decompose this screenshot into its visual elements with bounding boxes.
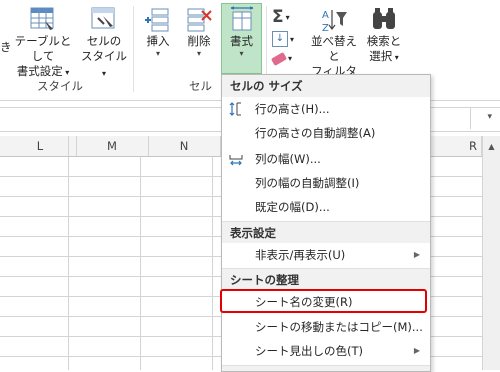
find-select-line1: 検索と	[366, 34, 402, 48]
chevron-down-icon[interactable]: ▾	[487, 112, 492, 122]
menu-section-organize-sheets: シートの整理	[222, 268, 430, 290]
chevron-down-icon: ▾	[288, 54, 293, 63]
menu-section-visibility: 表示設定	[222, 221, 430, 243]
row-height-icon	[229, 102, 241, 116]
cell-styles-line1: セルの	[86, 34, 122, 48]
chevron-down-icon: ▾	[155, 49, 160, 58]
vertical-scrollbar[interactable]: ▲	[482, 136, 500, 370]
menu-item-label: 行の高さの自動調整(A)	[255, 126, 376, 140]
group-label-style: スタイル	[37, 79, 83, 93]
menu-item-label: 既定の幅(D)...	[255, 200, 330, 214]
submenu-arrow-icon: ▶	[413, 346, 420, 355]
column-header-M[interactable]: M	[76, 136, 149, 156]
column-width-icon	[229, 155, 243, 166]
cell-style-icon	[91, 7, 115, 29]
delete-label: 削除	[187, 34, 211, 48]
menu-item-default-width[interactable]: 既定の幅(D)...	[222, 195, 430, 219]
eraser-icon	[270, 51, 288, 66]
chevron-down-icon: ▾	[239, 49, 244, 58]
format-label: 書式	[230, 34, 253, 48]
insert-label: 挿入	[146, 34, 170, 48]
cell-styles-button[interactable]: セルの スタイル ▾	[80, 6, 128, 81]
chevron-down-icon: ▾	[101, 69, 106, 78]
menu-item-hide-unhide[interactable]: 非表示/再表示(U) ▶	[222, 243, 430, 267]
menu-item-autofit-column[interactable]: 列の幅の自動調整(I)	[222, 171, 430, 195]
format-as-table-button[interactable]: テーブルとして 書式設定 ▾	[10, 6, 76, 80]
insert-button[interactable]: 挿入 ▾	[139, 6, 177, 59]
format-as-table-line1: テーブルとして	[14, 34, 72, 63]
partial-left-button[interactable]: き	[0, 40, 10, 55]
sort-filter-icon: A Z	[322, 10, 347, 34]
fill-icon: ↓	[272, 31, 288, 47]
format-icon	[230, 6, 253, 31]
delete-icon	[187, 8, 212, 32]
menu-item-move-copy-sheet[interactable]: シートの移動またはコピー(M)...	[222, 315, 430, 339]
binoculars-icon	[373, 8, 395, 29]
find-select-button[interactable]: 検索と 選択 ▾	[364, 6, 404, 65]
menu-item-label: シート見出しの色(T)	[255, 344, 363, 358]
chevron-down-icon: ▾	[62, 68, 70, 77]
table-format-icon	[30, 7, 54, 30]
svg-text:Z: Z	[322, 23, 329, 34]
menu-item-label: 行の高さ(H)...	[255, 102, 330, 116]
menu-item-label: 列の幅の自動調整(I)	[255, 176, 360, 190]
clear-button[interactable]: ▾	[270, 51, 293, 66]
find-select-line2: 選択	[369, 49, 393, 63]
menu-item-row-height[interactable]: 行の高さ(H)...	[222, 97, 430, 121]
group-label-cells: セル	[189, 79, 212, 93]
rename-sheet-highlight-box	[220, 289, 427, 313]
delete-button[interactable]: 削除 ▾	[180, 6, 218, 59]
chevron-down-icon: ▾	[290, 34, 295, 44]
scroll-up-icon[interactable]: ▲	[483, 142, 500, 151]
format-dropdown-menu: セルの サイズ 行の高さ(H)... 行の高さの自動調整(A) 列の幅(W)..…	[221, 74, 431, 372]
menu-item-label: シートの移動またはコピー(M)...	[255, 320, 423, 334]
cell-styles-line2: スタイル	[81, 49, 127, 63]
column-header-N[interactable]: N	[148, 136, 221, 156]
chevron-down-icon: ▾	[392, 53, 399, 62]
menu-section-cell-size: セルの サイズ	[222, 75, 430, 97]
menu-item-column-width[interactable]: 列の幅(W)...	[222, 147, 430, 171]
autosum-button[interactable]: Σ ▾	[272, 7, 290, 27]
column-header-R[interactable]: R	[436, 136, 482, 156]
insert-icon	[145, 8, 169, 32]
menu-item-tab-color[interactable]: シート見出しの色(T) ▶	[222, 339, 430, 363]
menu-item-autofit-row[interactable]: 行の高さの自動調整(A)	[222, 121, 430, 145]
svg-text:A: A	[322, 10, 329, 21]
submenu-arrow-icon: ▶	[413, 250, 420, 259]
chevron-down-icon: ▾	[196, 49, 201, 58]
fill-button[interactable]: ↓ ▾	[272, 31, 294, 47]
format-button[interactable]: 書式 ▾	[221, 6, 262, 59]
group-separator	[133, 6, 134, 92]
chevron-down-icon: ▾	[285, 12, 290, 22]
menu-section-protection: 保護	[222, 365, 430, 371]
sort-filter-line1: 並べ替えと	[311, 34, 357, 63]
column-header-L[interactable]: L	[4, 136, 77, 156]
menu-item-label: 非表示/再表示(U)	[255, 248, 346, 262]
partial-left-label: き	[0, 40, 10, 54]
sigma-icon: Σ	[272, 7, 284, 27]
format-as-table-line2: 書式設定	[16, 64, 63, 78]
menu-item-label: 列の幅(W)...	[255, 152, 321, 166]
